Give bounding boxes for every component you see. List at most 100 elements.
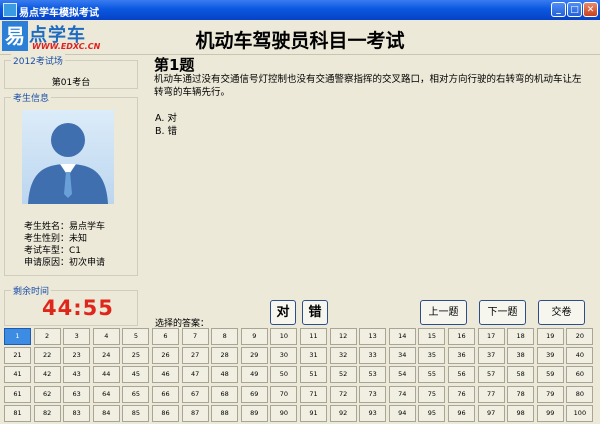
minimize-button[interactable]: _ (551, 2, 566, 17)
question-cell-52[interactable]: 52 (329, 366, 357, 384)
question-cell-5[interactable]: 5 (122, 328, 150, 345)
question-cell-4[interactable]: 4 (92, 328, 120, 345)
question-cell-17[interactable]: 17 (477, 328, 505, 345)
question-cell-94[interactable]: 94 (388, 404, 416, 422)
question-cell-65[interactable]: 65 (122, 385, 150, 403)
question-cell-35[interactable]: 35 (418, 347, 446, 365)
question-cell-97[interactable]: 97 (477, 404, 505, 422)
question-cell-87[interactable]: 87 (181, 404, 209, 422)
question-cell-26[interactable]: 26 (152, 347, 179, 365)
question-cell-2[interactable]: 2 (33, 328, 61, 345)
question-cell-72[interactable]: 72 (329, 385, 357, 403)
question-cell-33[interactable]: 33 (359, 347, 387, 365)
question-cell-15[interactable]: 15 (418, 328, 446, 345)
next-question-button[interactable]: 下一题 (479, 300, 526, 325)
question-cell-16[interactable]: 16 (448, 328, 475, 345)
question-cell-64[interactable]: 64 (92, 385, 120, 403)
question-cell-74[interactable]: 74 (388, 385, 416, 403)
question-cell-24[interactable]: 24 (92, 347, 120, 365)
question-cell-47[interactable]: 47 (181, 366, 209, 384)
question-cell-20[interactable]: 20 (566, 328, 594, 345)
question-cell-10[interactable]: 10 (270, 328, 298, 345)
question-cell-80[interactable]: 80 (566, 385, 594, 403)
question-cell-62[interactable]: 62 (33, 385, 61, 403)
question-cell-9[interactable]: 9 (240, 328, 268, 345)
question-cell-76[interactable]: 76 (448, 385, 475, 403)
question-cell-99[interactable]: 99 (536, 404, 564, 422)
question-cell-53[interactable]: 53 (359, 366, 387, 384)
question-cell-85[interactable]: 85 (122, 404, 150, 422)
question-cell-91[interactable]: 91 (300, 404, 327, 422)
question-cell-56[interactable]: 56 (448, 366, 475, 384)
question-cell-81[interactable]: 81 (4, 404, 31, 422)
question-cell-38[interactable]: 38 (507, 347, 535, 365)
question-cell-93[interactable]: 93 (359, 404, 387, 422)
question-cell-69[interactable]: 69 (240, 385, 268, 403)
answer-false-button[interactable]: 错 (302, 300, 328, 325)
question-cell-89[interactable]: 89 (240, 404, 268, 422)
question-cell-79[interactable]: 79 (536, 385, 564, 403)
question-cell-86[interactable]: 86 (152, 404, 179, 422)
question-cell-68[interactable]: 68 (211, 385, 239, 403)
question-cell-19[interactable]: 19 (536, 328, 564, 345)
question-cell-8[interactable]: 8 (211, 328, 239, 345)
question-cell-29[interactable]: 29 (240, 347, 268, 365)
question-cell-90[interactable]: 90 (270, 404, 298, 422)
question-cell-25[interactable]: 25 (122, 347, 150, 365)
question-cell-28[interactable]: 28 (211, 347, 239, 365)
question-cell-11[interactable]: 11 (300, 328, 327, 345)
question-cell-48[interactable]: 48 (211, 366, 239, 384)
question-cell-100[interactable]: 100 (566, 404, 594, 422)
close-button[interactable]: ✕ (583, 2, 598, 17)
question-cell-6[interactable]: 6 (152, 328, 179, 345)
question-cell-95[interactable]: 95 (418, 404, 446, 422)
question-cell-84[interactable]: 84 (92, 404, 120, 422)
question-cell-36[interactable]: 36 (448, 347, 475, 365)
question-cell-37[interactable]: 37 (477, 347, 505, 365)
question-cell-46[interactable]: 46 (152, 366, 179, 384)
question-cell-51[interactable]: 51 (300, 366, 327, 384)
question-cell-44[interactable]: 44 (92, 366, 120, 384)
question-cell-21[interactable]: 21 (4, 347, 31, 365)
question-cell-50[interactable]: 50 (270, 366, 298, 384)
question-cell-61[interactable]: 61 (4, 385, 31, 403)
question-cell-23[interactable]: 23 (63, 347, 91, 365)
question-cell-98[interactable]: 98 (507, 404, 535, 422)
question-cell-75[interactable]: 75 (418, 385, 446, 403)
question-cell-88[interactable]: 88 (211, 404, 239, 422)
submit-exam-button[interactable]: 交卷 (538, 300, 585, 325)
question-cell-32[interactable]: 32 (329, 347, 357, 365)
question-cell-59[interactable]: 59 (536, 366, 564, 384)
question-cell-43[interactable]: 43 (63, 366, 91, 384)
question-cell-66[interactable]: 66 (152, 385, 179, 403)
question-cell-63[interactable]: 63 (63, 385, 91, 403)
question-cell-41[interactable]: 41 (4, 366, 31, 384)
question-cell-54[interactable]: 54 (388, 366, 416, 384)
question-cell-96[interactable]: 96 (448, 404, 475, 422)
question-cell-12[interactable]: 12 (329, 328, 357, 345)
question-cell-71[interactable]: 71 (300, 385, 327, 403)
question-cell-92[interactable]: 92 (329, 404, 357, 422)
prev-question-button[interactable]: 上一题 (420, 300, 467, 325)
question-cell-67[interactable]: 67 (181, 385, 209, 403)
question-cell-7[interactable]: 7 (181, 328, 209, 345)
question-cell-45[interactable]: 45 (122, 366, 150, 384)
question-cell-39[interactable]: 39 (536, 347, 564, 365)
question-cell-55[interactable]: 55 (418, 366, 446, 384)
question-cell-57[interactable]: 57 (477, 366, 505, 384)
question-cell-34[interactable]: 34 (388, 347, 416, 365)
question-cell-1[interactable]: 1 (4, 328, 31, 345)
question-cell-18[interactable]: 18 (507, 328, 535, 345)
question-cell-82[interactable]: 82 (33, 404, 61, 422)
question-cell-22[interactable]: 22 (33, 347, 61, 365)
question-cell-13[interactable]: 13 (359, 328, 387, 345)
question-cell-42[interactable]: 42 (33, 366, 61, 384)
question-cell-73[interactable]: 73 (359, 385, 387, 403)
question-cell-60[interactable]: 60 (566, 366, 594, 384)
question-cell-31[interactable]: 31 (300, 347, 327, 365)
question-cell-58[interactable]: 58 (507, 366, 535, 384)
question-cell-27[interactable]: 27 (181, 347, 209, 365)
question-cell-78[interactable]: 78 (507, 385, 535, 403)
question-cell-3[interactable]: 3 (63, 328, 91, 345)
question-cell-30[interactable]: 30 (270, 347, 298, 365)
